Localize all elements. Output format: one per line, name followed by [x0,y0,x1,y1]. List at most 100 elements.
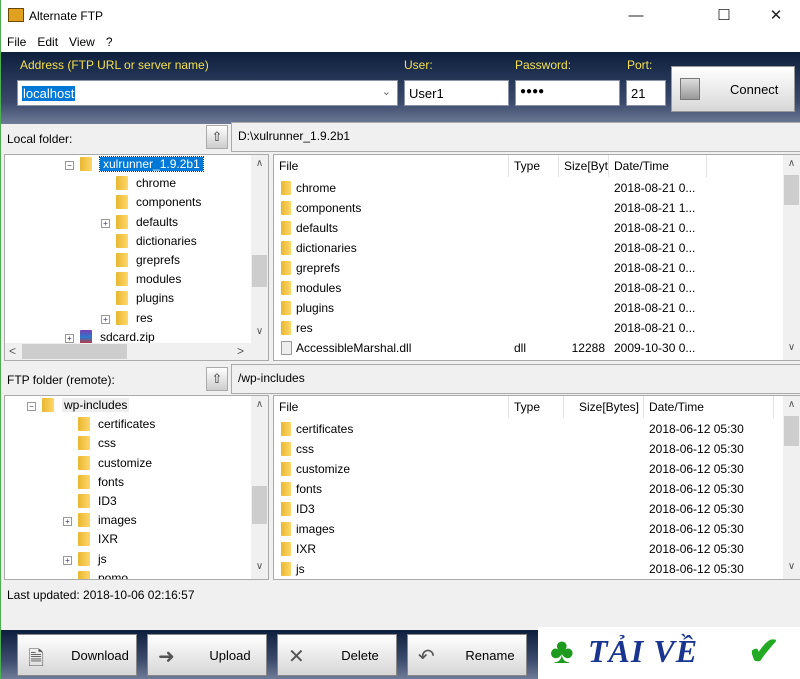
expand-icon[interactable]: + [101,218,110,228]
column-header-datetime[interactable]: Date/Time [609,155,707,177]
scroll-right-arrow[interactable]: > [237,344,244,358]
scrollbar-thumb[interactable] [784,416,799,446]
file-row[interactable]: customize 2018-06-12 05:30 [274,459,784,479]
tree-item-defaults[interactable]: + defaults [101,213,178,232]
scroll-up-arrow[interactable]: ∧ [251,158,268,169]
tree-item-greprefs[interactable]: greprefs [101,251,180,270]
port-input[interactable]: 21 [626,80,666,106]
expand-icon[interactable]: + [63,517,72,527]
column-header-type[interactable]: Type [509,155,559,177]
expand-icon[interactable]: + [65,333,74,343]
delete-icon: ✕ [288,646,305,668]
expand-icon[interactable]: + [101,314,110,324]
file-row[interactable]: dictionaries 2018-08-21 0... [274,238,784,258]
scroll-down-arrow[interactable]: ∨ [783,561,800,572]
password-input[interactable]: ●●●● [515,80,620,106]
column-header-datetime[interactable]: Date/Time [644,396,774,418]
menu-file[interactable]: File [1,32,31,49]
horizontal-scrollbar[interactable]: < > [5,343,268,360]
tree-item-ixr[interactable]: IXR [63,530,118,549]
file-row[interactable]: plugins 2018-08-21 0... [274,298,784,318]
tree-item-dictionaries[interactable]: dictionaries [101,232,197,251]
menu-view[interactable]: View [63,32,100,49]
file-row[interactable]: modules 2018-08-21 0... [274,278,784,298]
tree-item-components[interactable]: components [101,193,201,212]
scroll-up-arrow[interactable]: ∧ [251,399,268,410]
remote-file-list[interactable]: File Type Size[Bytes] Date/Time certificates… [273,395,800,580]
scroll-left-arrow[interactable]: < [9,344,16,358]
tree-item-plugins[interactable]: plugins [101,289,174,308]
file-row[interactable]: fonts 2018-06-12 05:30 [274,479,784,499]
file-row[interactable]: defaults 2018-08-21 0... [274,218,784,238]
scroll-up-arrow[interactable]: ∧ [783,399,800,410]
file-row[interactable]: js 2018-06-12 05:30 [274,559,784,579]
scroll-down-arrow[interactable]: ∨ [251,561,268,572]
scroll-down-arrow[interactable]: ∨ [783,342,800,353]
file-row[interactable]: IXR 2018-06-12 05:30 [274,539,784,559]
download-button[interactable]: 🗎 Download [17,634,137,676]
file-row[interactable]: ID3 2018-06-12 05:30 [274,499,784,519]
collapse-icon[interactable]: − [27,402,36,411]
tree-item-res[interactable]: + res [101,309,153,328]
minimize-button[interactable]: — [613,0,659,32]
file-row[interactable]: components 2018-08-21 1... [274,198,784,218]
zip-archive-icon [80,329,92,344]
file-row[interactable]: greprefs 2018-08-21 0... [274,258,784,278]
menu-help[interactable]: ? [100,32,118,49]
close-button[interactable]: ✕ [753,0,799,32]
maximize-button[interactable]: ☐ [701,0,747,32]
file-row[interactable]: certificates 2018-06-12 05:30 [274,419,784,439]
scroll-down-arrow[interactable]: ∨ [251,326,268,337]
file-row[interactable]: images 2018-06-12 05:30 [274,519,784,539]
file-row[interactable]: chrome 2018-08-21 0... [274,178,784,198]
scrollbar-thumb[interactable] [22,344,127,359]
user-input[interactable]: User1 [404,80,509,106]
tree-item-xulrunner-1-9-2b1[interactable]: − xulrunner_1.9.2b1 [65,155,204,174]
column-header-file[interactable]: File [274,396,509,418]
tree-item-wp-includes[interactable]: − wp-includes [27,396,130,415]
file-row[interactable]: res 2018-08-21 0... [274,318,784,338]
scrollbar-thumb[interactable] [252,486,267,524]
vertical-scrollbar[interactable]: ∧ ∨ [783,396,800,579]
local-folder-tree[interactable]: − xulrunner_1.9.2b1 chrome components + defau… [4,154,269,361]
column-header-type[interactable]: Type [509,396,564,418]
column-header-file[interactable]: File [274,155,509,177]
remote-up-folder-button[interactable]: ⇧ [206,367,228,391]
delete-button[interactable]: ✕ Delete [277,634,397,676]
tree-item-pomo[interactable]: pomo [63,569,128,579]
tree-item-fonts[interactable]: fonts [63,473,124,492]
menu-edit[interactable]: Edit [31,32,63,49]
scroll-up-arrow[interactable]: ∧ [783,158,800,169]
column-header-sizebyt[interactable]: Size[Byt [559,155,609,177]
vertical-scrollbar[interactable]: ∧ ∨ [783,155,800,360]
scrollbar-thumb[interactable] [784,175,799,205]
tree-item-id3[interactable]: ID3 [63,492,117,511]
column-header-sizebytes[interactable]: Size[Bytes] [564,396,644,418]
scrollbar-thumb[interactable] [252,255,267,287]
local-path-field[interactable]: D:\xulrunner_1.9.2b1 [231,122,800,152]
rename-button[interactable]: ↶ Rename [407,634,527,676]
local-file-list[interactable]: File Type Size[Byt Date/Time chrome 2018-08-2… [273,154,800,361]
tree-item-modules[interactable]: modules [101,270,181,289]
tree-item-css[interactable]: css [63,434,116,453]
upload-icon: ➜ [158,646,175,668]
collapse-icon[interactable]: − [65,161,74,170]
file-date: 2018-08-21 0... [614,321,696,335]
remote-path-field[interactable]: /wp-includes [231,364,800,394]
remote-folder-tree[interactable]: − wp-includes certificates css customize font… [4,395,269,580]
tree-item-certificates[interactable]: certificates [63,415,155,434]
vertical-scrollbar[interactable]: ∧ ∨ [251,155,268,344]
tree-item-customize[interactable]: customize [63,454,152,473]
local-up-folder-button[interactable]: ⇧ [206,125,228,149]
file-row[interactable]: css 2018-06-12 05:30 [274,439,784,459]
tree-item-js[interactable]: + js [63,550,107,569]
file-row[interactable]: AccessibleMarshal.dll dll 12288 2009-10-30 … [274,338,784,358]
vertical-scrollbar[interactable]: ∧ ∨ [251,396,268,579]
tree-item-images[interactable]: + images [63,511,137,530]
connect-button[interactable]: Connect [671,66,795,112]
chevron-down-icon[interactable]: ⌄ [382,85,391,98]
expand-icon[interactable]: + [63,555,72,565]
address-input[interactable]: localhost ⌄ [17,80,398,106]
tree-item-chrome[interactable]: chrome [101,174,176,193]
upload-button[interactable]: ➜ Upload [147,634,267,676]
